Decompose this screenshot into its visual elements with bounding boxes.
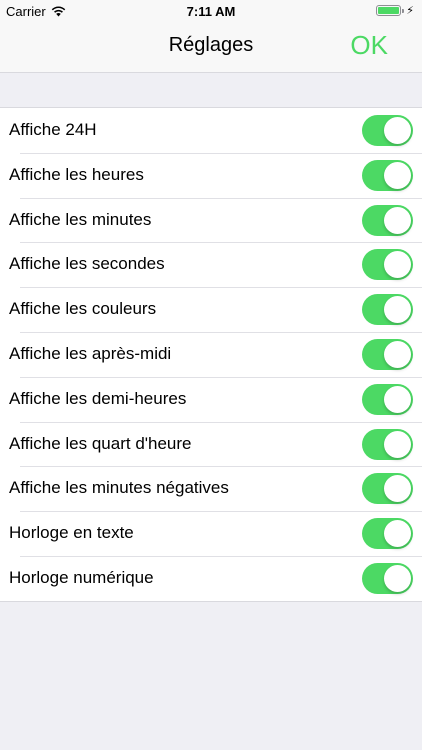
toggle-knob — [384, 296, 411, 324]
toggle-knob — [384, 117, 411, 144]
status-bar: Carrier 7:11 AM ⚡ — [0, 0, 422, 22]
settings-row-label: Affiche les minutes négatives — [9, 478, 229, 498]
settings-row: Affiche les secondes — [0, 242, 422, 287]
settings-row-label: Affiche les après-midi — [9, 343, 172, 363]
settings-row-label: Affiche 24H — [9, 120, 97, 139]
settings-row-label: Horloge numérique — [9, 567, 154, 587]
battery-tip — [402, 8, 405, 13]
ok-button[interactable]: OK — [350, 30, 388, 61]
settings-row: Affiche les minutes négatives — [0, 466, 422, 511]
settings-row-label: Affiche les couleurs — [9, 299, 157, 319]
toggle-knob — [384, 206, 411, 234]
settings-row-label: Affiche les demi-heures — [9, 388, 187, 408]
toggle-knob — [384, 475, 411, 503]
settings-toggle[interactable] — [362, 383, 413, 415]
settings-row: Affiche les couleurs — [0, 287, 422, 332]
settings-row: Affiche les quart d'heure — [0, 421, 422, 467]
settings-toggle[interactable] — [362, 428, 413, 460]
settings-toggle[interactable] — [362, 518, 413, 550]
settings-toggle[interactable] — [362, 562, 413, 594]
battery-icon — [376, 5, 402, 16]
status-time: 7:11 AM — [186, 4, 236, 19]
settings-row-label: Horloge en texte — [9, 523, 134, 543]
settings-row: Affiche les demi-heures — [0, 376, 422, 422]
settings-row: Affiche les minutes — [0, 197, 422, 243]
settings-list: Affiche 24H Affiche les heures Affiche les… — [0, 107, 422, 602]
top-bar: Carrier 7:11 AM ⚡ Réglages OK — [0, 0, 422, 73]
settings-row: Affiche les heures — [0, 152, 422, 198]
settings-row: Horloge en texte — [0, 511, 422, 556]
settings-row-label: Affiche les minutes — [9, 209, 152, 229]
settings-toggle[interactable] — [362, 338, 413, 370]
settings-row-label: Affiche les heures — [9, 164, 144, 184]
settings-row-label: Affiche les secondes — [9, 254, 165, 274]
toggle-knob — [384, 430, 411, 458]
settings-toggle[interactable] — [362, 115, 413, 146]
settings-row: Horloge numérique — [0, 555, 422, 601]
battery-indicator: ⚡ — [376, 4, 414, 17]
toggle-knob — [384, 340, 411, 368]
settings-toggle[interactable] — [362, 249, 413, 281]
toggle-knob — [384, 564, 411, 592]
settings-toggle[interactable] — [362, 294, 413, 326]
toggle-knob — [384, 161, 411, 189]
settings-row: Affiche les après-midi — [0, 331, 422, 377]
settings-toggle[interactable] — [362, 159, 413, 191]
battery-fill — [378, 7, 400, 14]
settings-toggle[interactable] — [362, 204, 413, 236]
settings-row: Affiche 24H — [0, 108, 422, 153]
charging-bolt-icon: ⚡ — [406, 5, 414, 17]
toggle-knob — [384, 385, 411, 413]
settings-toggle[interactable] — [362, 473, 413, 505]
settings-row-label: Affiche les quart d'heure — [9, 433, 192, 453]
toggle-knob — [384, 251, 411, 279]
toggle-knob — [384, 520, 411, 548]
